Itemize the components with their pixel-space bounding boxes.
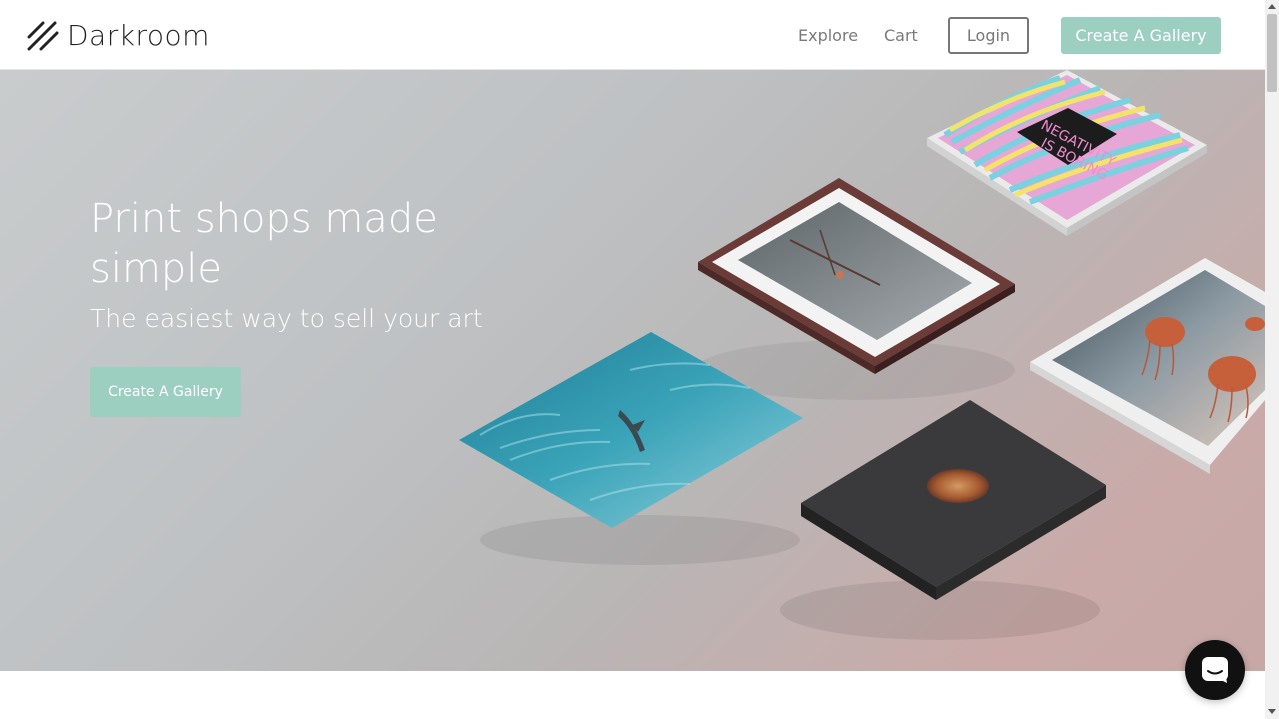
brand-name: Darkroom <box>67 18 210 52</box>
framed-fog-print <box>698 178 1015 374</box>
hero-artwork-illustration: NEGATIVITY IS BORING <box>459 70 1265 640</box>
hero-subtitle: The easiest way to sell your art <box>90 304 483 333</box>
chat-launcher-button[interactable] <box>1185 640 1245 700</box>
framed-jellyfish-print <box>1030 258 1265 474</box>
hero-section: NEGATIVITY IS BORING Print shops made si… <box>0 70 1265 671</box>
brand-logo[interactable]: Darkroom <box>27 18 210 52</box>
moon-canvas-print <box>801 400 1106 600</box>
create-gallery-hero-button[interactable]: Create A Gallery <box>90 367 241 417</box>
page-scrollbar[interactable] <box>1265 0 1279 719</box>
scrollbar-thumb[interactable] <box>1267 14 1277 92</box>
login-button[interactable]: Login <box>948 17 1029 54</box>
scroll-down-arrow-icon[interactable] <box>1268 709 1276 714</box>
scroll-up-arrow-icon[interactable] <box>1268 4 1276 9</box>
top-navbar: Darkroom Explore Cart Login Create A Gal… <box>0 0 1265 70</box>
slash-lines-icon <box>27 21 59 51</box>
rainbow-print: NEGATIVITY IS BORING <box>927 70 1207 236</box>
chat-bubble-icon <box>1202 657 1228 683</box>
hero-title: Print shops made simple <box>90 196 438 292</box>
create-gallery-nav-button[interactable]: Create A Gallery <box>1061 17 1221 54</box>
nav-explore-link[interactable]: Explore <box>798 26 858 46</box>
frame-shadow <box>480 515 800 565</box>
nav-cart-link[interactable]: Cart <box>884 26 918 46</box>
